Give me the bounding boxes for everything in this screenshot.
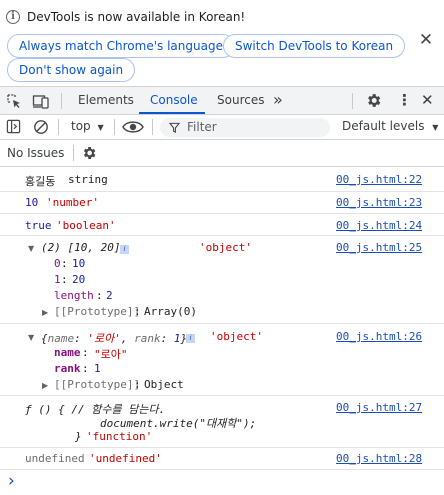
property-key: 0 <box>54 257 61 270</box>
source-link[interactable]: 00_js.html:28 <box>336 452 422 465</box>
console-message-row: 홍길동 string 00_js.html:22 <box>0 168 444 192</box>
tab-separator <box>352 93 353 109</box>
context-value: top <box>71 119 91 133</box>
console-object-row: ▼ {name: '로아', rank: 1} i 'object' 00_js… <box>0 324 444 396</box>
source-link[interactable]: 00_js.html:24 <box>336 219 422 232</box>
sidebar-toggle-icon[interactable] <box>6 119 21 134</box>
source-link[interactable]: 00_js.html:23 <box>336 196 422 209</box>
property-key: rank <box>54 362 81 375</box>
issues-label[interactable]: No Issues <box>7 146 64 160</box>
log-type: 'function' <box>86 430 153 443</box>
source-link[interactable]: 00_js.html:26 <box>336 330 422 343</box>
issues-separator <box>73 145 74 161</box>
log-type: 'object' <box>199 241 252 254</box>
log-type: 'number' <box>46 196 99 209</box>
log-type: string <box>68 173 108 186</box>
source-link[interactable]: 00_js.html:27 <box>336 401 422 414</box>
filter-input[interactable]: Filter <box>160 118 330 137</box>
dont-show-again-button[interactable]: Don't show again <box>7 58 136 82</box>
expand-triangle-icon[interactable]: ▼ <box>28 244 34 253</box>
property-value: 1 <box>94 362 101 375</box>
log-value: 10 <box>25 196 39 209</box>
more-tabs-icon[interactable]: » <box>273 86 283 113</box>
tab-console[interactable]: Console <box>150 87 198 114</box>
console-function-row: ƒ () { // 함수를 담는다. document.write("대재학")… <box>0 396 444 448</box>
expand-triangle-icon[interactable]: ▼ <box>28 333 34 342</box>
property-key: name <box>54 346 81 359</box>
tab-elements[interactable]: Elements <box>78 87 134 114</box>
more-options-icon[interactable]: ⋮ <box>397 87 412 114</box>
context-selector[interactable]: top ▼ <box>71 119 104 133</box>
console-array-row: ▼ (2) [10, 20] i 'object' 00_js.html:25 … <box>0 236 444 324</box>
log-levels-label: Default levels <box>342 119 425 133</box>
info-icon: i <box>6 10 20 24</box>
toolbar-separator <box>58 119 59 135</box>
filter-placeholder: Filter <box>187 120 217 134</box>
log-value: 홍길동 <box>25 175 56 188</box>
inspect-element-icon[interactable] <box>6 93 22 109</box>
info-mini-icon: i <box>186 334 195 343</box>
log-levels-dropdown[interactable]: Default levels ▼ <box>342 119 438 133</box>
prototype-value: Array(0) <box>144 305 197 318</box>
console-settings-gear-icon[interactable] <box>81 145 97 161</box>
log-value: true <box>25 219 52 232</box>
console-message-row: true 'boolean' 00_js.html:24 <box>0 214 444 236</box>
collapse-triangle-icon[interactable]: ▶ <box>42 381 48 390</box>
always-match-language-button[interactable]: Always match Chrome's language <box>7 34 235 58</box>
property-value: "로아" <box>94 348 128 361</box>
log-type: 'boolean' <box>56 219 116 232</box>
property-key: length <box>54 289 94 302</box>
collapse-triangle-icon[interactable]: ▶ <box>42 308 48 317</box>
log-type: 'undefined' <box>89 452 162 465</box>
device-toolbar-icon[interactable] <box>32 93 50 109</box>
tab-sources[interactable]: Sources <box>217 87 264 114</box>
prototype-value: Object <box>144 378 184 391</box>
close-infobar-icon[interactable]: ✕ <box>416 30 436 50</box>
language-infobar: i DevTools is now available in Korean! A… <box>0 0 444 86</box>
property-key: 1 <box>54 273 61 286</box>
console-message-row: undefined 'undefined' 00_js.html:28 <box>0 448 444 470</box>
array-summary[interactable]: (2) [10, 20] <box>41 241 120 254</box>
tab-separator <box>61 93 62 109</box>
property-value: 10 <box>72 257 86 270</box>
prompt-chevron-icon: › <box>8 471 15 491</box>
source-link[interactable]: 00_js.html:25 <box>336 241 422 254</box>
console-prompt[interactable]: › <box>0 470 444 495</box>
dropdown-arrow-icon: ▼ <box>97 123 104 132</box>
switch-devtools-korean-button[interactable]: Switch DevTools to Korean <box>223 34 406 58</box>
infobar-message: DevTools is now available in Korean! <box>27 10 246 24</box>
console-toolbar: top ▼ Filter Default levels ▼ <box>0 115 444 140</box>
live-expression-eye-icon[interactable] <box>122 119 144 135</box>
toolbar-separator <box>114 119 115 135</box>
close-devtools-icon[interactable]: ✕ <box>421 87 434 114</box>
prototype-key[interactable]: [[Prototype]] <box>54 378 140 391</box>
function-line: } <box>75 430 82 443</box>
log-type: 'object' <box>210 330 263 343</box>
active-tab-indicator <box>139 112 205 114</box>
toolbar-separator <box>152 119 153 135</box>
function-line: document.write("대재학"); <box>100 417 257 430</box>
dropdown-arrow-icon: ▼ <box>432 123 439 132</box>
settings-gear-icon[interactable] <box>365 92 382 109</box>
prototype-key[interactable]: [[Prototype]] <box>54 305 140 318</box>
property-value: 2 <box>106 289 113 302</box>
console-message-row: 10 'number' 00_js.html:23 <box>0 192 444 214</box>
source-link[interactable]: 00_js.html:22 <box>336 173 422 186</box>
info-mini-icon: i <box>120 245 129 254</box>
devtools-tab-bar: Elements Console Sources » ⋮ ✕ <box>0 86 444 115</box>
property-value: 20 <box>72 273 86 286</box>
filter-funnel-icon <box>169 122 180 133</box>
clear-console-icon[interactable] <box>33 119 49 135</box>
log-value: undefined <box>25 452 85 465</box>
issues-bar: No Issues <box>0 140 444 167</box>
object-summary[interactable]: {name: '로아', rank: 1} <box>41 330 187 346</box>
